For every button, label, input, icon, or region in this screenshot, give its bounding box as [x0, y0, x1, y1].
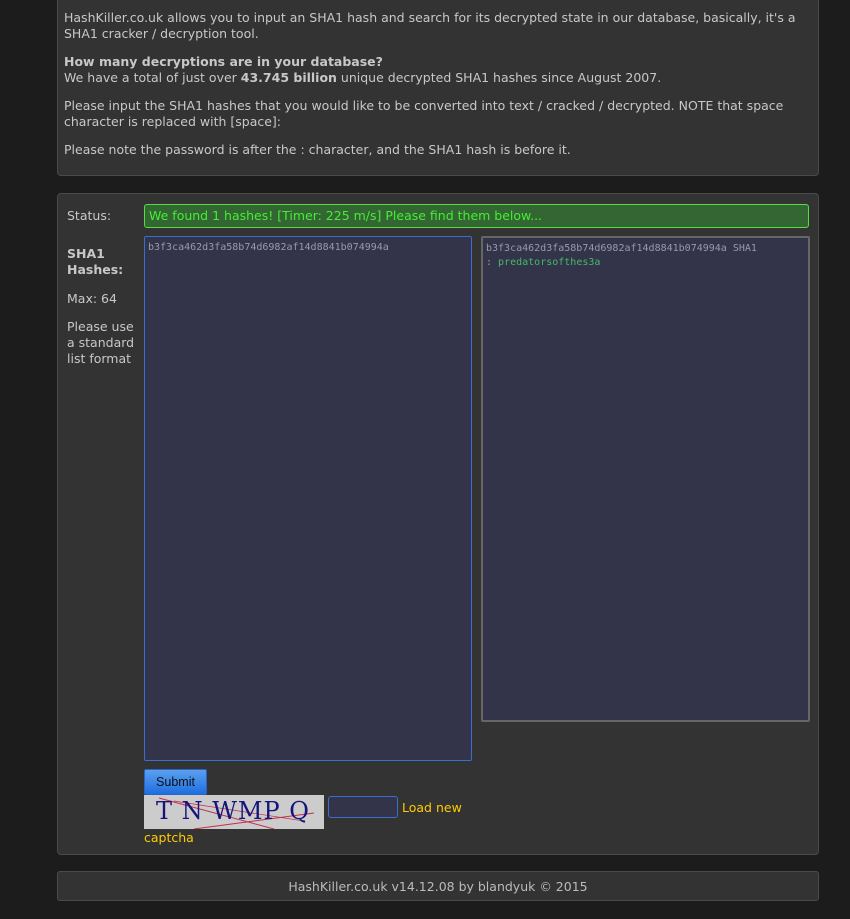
- instructions: Please input the SHA1 hashes that you wo…: [64, 98, 784, 129]
- hashes-label: SHA1 Hashes:: [67, 246, 124, 277]
- captcha-label: captcha: [144, 830, 194, 845]
- intro-stats: How many decryptions are in your databas…: [64, 54, 814, 86]
- format-hint: Please use a standard list format: [67, 319, 135, 366]
- status-message: We found 1 hashes! [Timer: 225 m/s] Plea…: [144, 204, 809, 228]
- status-label: Status:: [67, 208, 112, 223]
- intro-text: HashKiller.co.uk allows you to input an …: [64, 10, 796, 41]
- max-label: Max: 64: [67, 291, 117, 306]
- form-panel: Status: We found 1 hashes! [Timer: 225 m…: [57, 193, 819, 855]
- result-hash: b3f3ca462d3fa58b74d6982af14d8841b074994a…: [486, 243, 757, 254]
- total-suffix: unique decrypted SHA1 hashes since Augus…: [336, 70, 662, 85]
- hash-input-textarea[interactable]: b3f3ca462d3fa58b74d6982af14d8841b074994a: [144, 236, 472, 761]
- total-prefix: We have a total of just over: [64, 70, 241, 85]
- captcha-text: T N WMP Q: [156, 797, 310, 825]
- captcha-input[interactable]: [328, 796, 398, 818]
- result-output[interactable]: b3f3ca462d3fa58b74d6982af14d8841b074994a…: [481, 236, 810, 722]
- question-heading: How many decryptions are in your databas…: [64, 54, 383, 69]
- total-value: 43.745 billion: [240, 70, 337, 85]
- result-sep: :: [486, 257, 499, 268]
- captcha-image: T N WMP Q: [144, 795, 324, 829]
- intro-panel: HashKiller.co.uk allows you to input an …: [57, 0, 819, 176]
- note: Please note the password is after the : …: [64, 142, 571, 157]
- result-password: predatorsofthes3a: [498, 257, 601, 268]
- submit-button[interactable]: Submit: [144, 769, 207, 795]
- load-new-link[interactable]: Load new: [402, 800, 462, 815]
- footer: HashKiller.co.uk v14.12.08 by blandyuk ©…: [57, 871, 819, 901]
